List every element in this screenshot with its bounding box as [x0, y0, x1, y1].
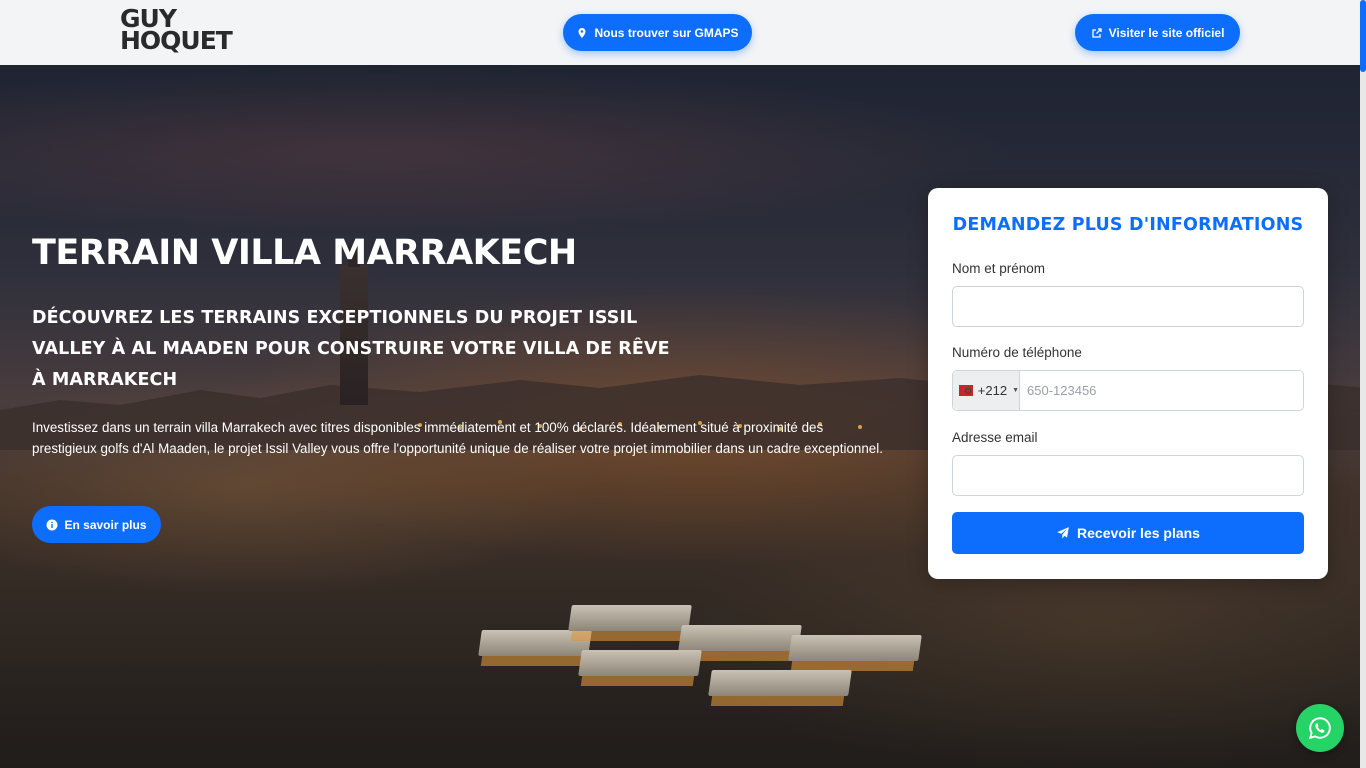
hero-description: Investissez dans un terrain villa Marrak… — [32, 420, 883, 456]
receive-plans-button[interactable]: Recevoir les plans — [952, 512, 1304, 554]
phone-label: Numéro de téléphone — [952, 345, 1082, 360]
site-header: GUY HOQUET Nous trouver sur GMAPS Visite… — [0, 0, 1366, 65]
phone-input[interactable]: 650-123456 — [1020, 383, 1096, 398]
guy-hoquet-logo[interactable]: GUY HOQUET — [120, 6, 242, 58]
whatsapp-icon — [1308, 717, 1331, 740]
country-code: +212 — [977, 383, 1008, 398]
name-label: Nom et prénom — [952, 261, 1046, 276]
phone-input-group: +212 ▼ 650-123456 — [952, 370, 1304, 411]
paper-plane-icon — [1057, 527, 1069, 539]
gmaps-button-label: Nous trouver sur GMAPS — [594, 25, 739, 40]
map-marker-icon — [578, 27, 586, 38]
form-title: DEMANDEZ PLUS D'INFORMATIONS — [952, 215, 1304, 235]
name-input[interactable] — [952, 286, 1304, 327]
hero-subtitle: DÉCOUVREZ LES TERRAINS EXCEPTIONNELS DU … — [32, 308, 670, 390]
learn-more-button[interactable]: En savoir plus — [32, 506, 161, 543]
info-request-form: DEMANDEZ PLUS D'INFORMATIONS Nom et prén… — [928, 188, 1328, 579]
official-site-button[interactable]: Visiter le site officiel — [1075, 14, 1240, 51]
hero-title: TERRAIN VILLA MARRAKECH — [32, 233, 577, 273]
whatsapp-chat-button[interactable] — [1296, 704, 1344, 752]
market-stalls — [460, 585, 960, 768]
caret-down-icon: ▼ — [1012, 387, 1019, 394]
official-site-button-label: Visiter le site officiel — [1108, 25, 1225, 40]
receive-plans-label: Recevoir les plans — [1077, 525, 1200, 541]
scrollbar-thumb[interactable] — [1360, 0, 1366, 72]
external-link-icon — [1091, 27, 1102, 38]
email-label: Adresse email — [952, 430, 1038, 445]
info-circle-icon — [46, 519, 58, 530]
logo-line-2: HOQUET — [120, 26, 233, 55]
country-code-selector[interactable]: +212 ▼ — [953, 371, 1020, 410]
email-input[interactable] — [952, 455, 1304, 496]
morocco-flag-icon — [959, 385, 973, 396]
page-scrollbar[interactable] — [1360, 0, 1366, 768]
gmaps-button[interactable]: Nous trouver sur GMAPS — [563, 14, 752, 51]
learn-more-label: En savoir plus — [64, 517, 147, 532]
